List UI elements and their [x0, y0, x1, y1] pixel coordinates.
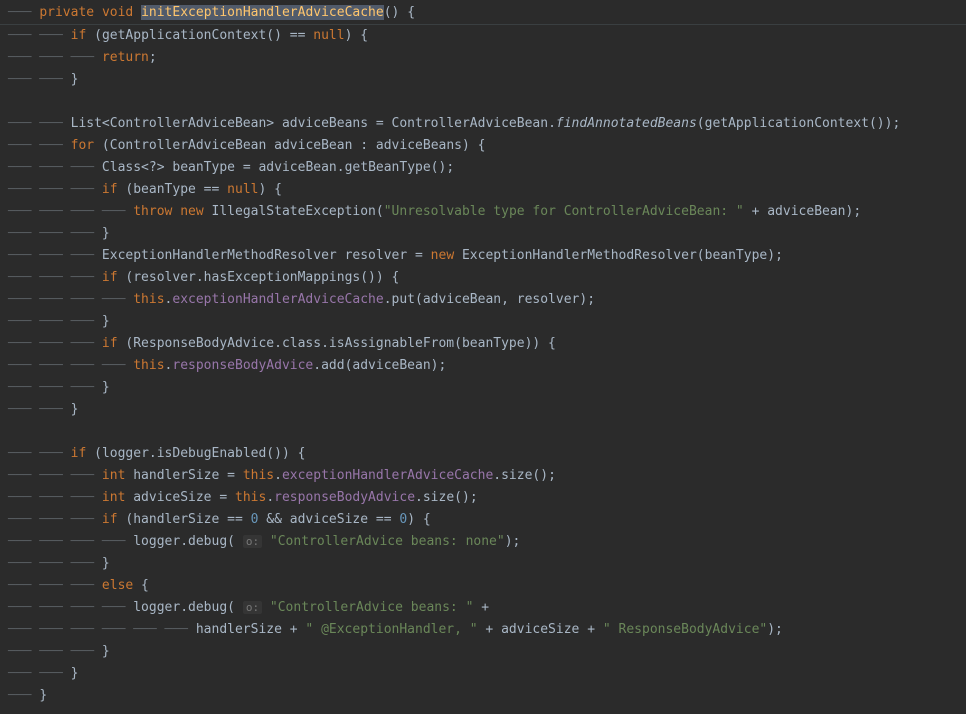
code-line: ─── ─── ─── if (handlerSize == 0 && advi… — [0, 509, 966, 531]
code-line: ─── ─── ─── } — [0, 641, 966, 663]
code-line: ─── ─── ─── ─── this.responseBodyAdvice.… — [0, 355, 966, 377]
code-line: ─── ─── ─── ─── ─── ─── handlerSize + " … — [0, 619, 966, 641]
code-line: ─── private void initExceptionHandlerAdv… — [0, 2, 966, 24]
code-line: ─── ─── } — [0, 399, 966, 421]
code-line: ─── ─── ─── int handlerSize = this.excep… — [0, 465, 966, 487]
code-line — [0, 91, 966, 113]
code-line — [0, 421, 966, 443]
code-line: ─── ─── ─── } — [0, 311, 966, 333]
code-line: ─── ─── for (ControllerAdviceBean advice… — [0, 135, 966, 157]
code-line: ─── ─── List<ControllerAdviceBean> advic… — [0, 113, 966, 135]
code-line: ─── ─── } — [0, 663, 966, 685]
code-line: ─── ─── ─── if (beanType == null) { — [0, 179, 966, 201]
code-line: ─── ─── ─── if (resolver.hasExceptionMap… — [0, 267, 966, 289]
code-line: ─── ─── } — [0, 69, 966, 91]
code-line: ─── ─── ─── } — [0, 377, 966, 399]
code-line: ─── ─── ─── if (ResponseBodyAdvice.class… — [0, 333, 966, 355]
code-line: ─── ─── ─── ─── throw new IllegalStateEx… — [0, 201, 966, 223]
code-line: ─── ─── ─── } — [0, 553, 966, 575]
code-line: ─── ─── ─── Class<?> beanType = adviceBe… — [0, 157, 966, 179]
code-line: ─── } — [0, 685, 966, 707]
code-line: ─── ─── ─── ─── logger.debug( o: "Contro… — [0, 597, 966, 619]
code-line: ─── ─── if (logger.isDebugEnabled()) { — [0, 443, 966, 465]
code-line: ─── ─── if (getApplicationContext() == n… — [0, 24, 966, 47]
code-line: ─── ─── ─── int adviceSize = this.respon… — [0, 487, 966, 509]
code-editor[interactable]: ─── private void initExceptionHandlerAdv… — [0, 2, 966, 707]
code-line: ─── ─── ─── ExceptionHandlerMethodResolv… — [0, 245, 966, 267]
code-line: ─── ─── ─── return; — [0, 47, 966, 69]
code-line: ─── ─── ─── } — [0, 223, 966, 245]
code-line: ─── ─── ─── ─── logger.debug( o: "Contro… — [0, 531, 966, 553]
code-line: ─── ─── ─── else { — [0, 575, 966, 597]
code-line: ─── ─── ─── ─── this.exceptionHandlerAdv… — [0, 289, 966, 311]
